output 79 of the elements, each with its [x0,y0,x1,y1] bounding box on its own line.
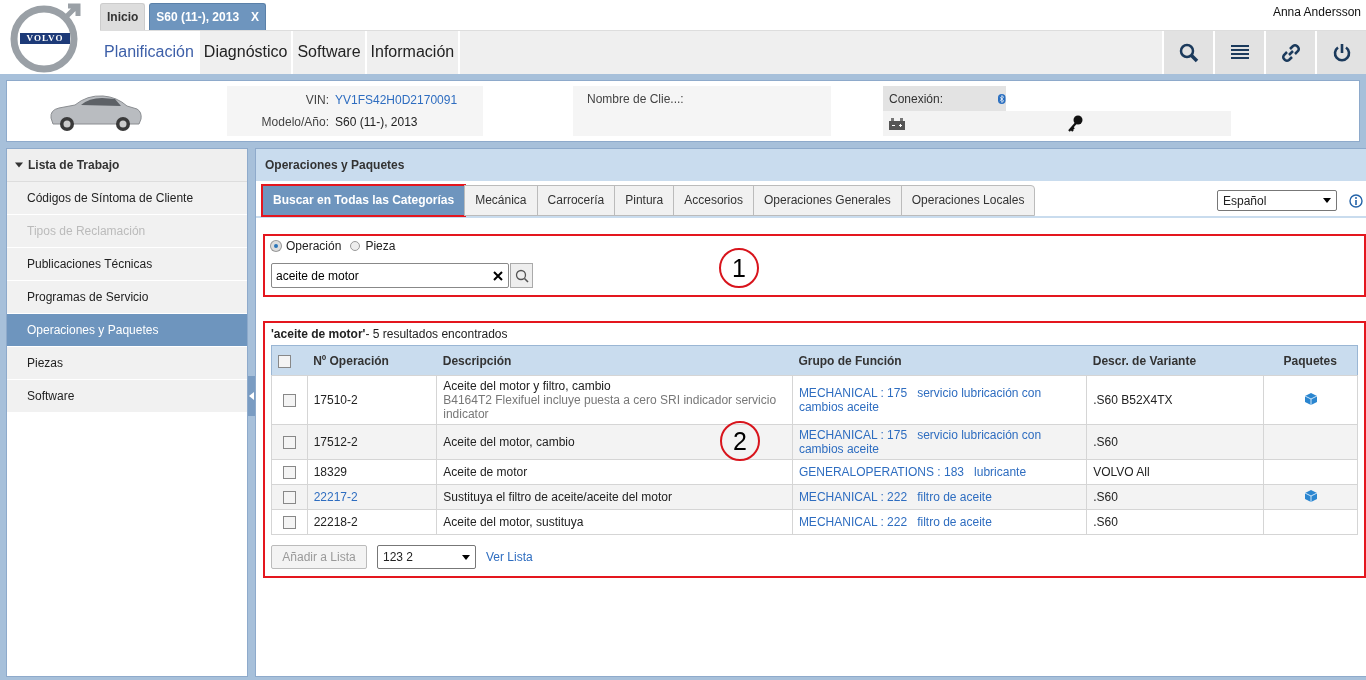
menu-item[interactable]: Planificación [100,31,200,74]
collapse-handle[interactable] [248,376,255,416]
category-tab[interactable]: Carrocería [536,185,616,216]
battery-icon [889,117,905,130]
customer-label: Nombre de Clie...: [587,92,684,106]
radio-label: Pieza [365,239,396,253]
power-icon [1331,42,1352,63]
info-icon[interactable] [1349,193,1363,208]
category-tab[interactable]: Operaciones Generales [752,185,902,216]
sidebar-item[interactable]: Programas de Servicio [7,281,247,314]
category-tab[interactable]: Pintura [614,185,675,216]
column-header: Descripción [442,353,512,368]
search-button[interactable] [510,263,533,288]
operation-number: 18329 [313,465,348,479]
toolbar-button[interactable] [1213,31,1264,74]
callout-number: 1 [719,248,759,288]
radio-button[interactable] [350,241,361,251]
radio-label: Operación [286,239,342,253]
sidebar-title: Lista de Trabajo [28,158,120,172]
variant-text: .S60 [1093,490,1118,504]
column-header: Nº Operación [313,353,389,368]
search-field[interactable]: aceite de motor [271,263,509,288]
select-all-checkbox[interactable] [278,354,291,368]
list-select[interactable]: 123 2 [377,545,476,569]
view-list-link[interactable]: Ver Lista [486,550,533,564]
results-summary: 'aceite de motor'- 5 resultados encontrados [271,326,509,343]
sidebar-item[interactable]: Códigos de Síntoma de Cliente [7,182,247,215]
user-name: Anna Andersson [1272,5,1361,19]
volvo-logo: VOLVO [0,0,100,74]
category-tab[interactable]: Accesorios [673,185,754,216]
category-tab[interactable]: Mecánica [464,185,538,216]
toolbar-button[interactable] [1264,31,1315,74]
operation-number: 22218-2 [313,515,358,529]
sidebar-item[interactable]: Piezas [7,347,247,380]
vin-label: VIN: [304,93,329,107]
toolbar-button[interactable] [1315,31,1366,74]
column-header: Descr. de Variante [1092,353,1197,368]
description-text: Aceite del motor y filtro, cambio [443,379,611,393]
row-checkbox[interactable] [282,516,296,530]
description-text: Aceite del motor, sustituya [443,515,584,529]
link-icon [1280,42,1301,63]
column-header: Grupo de Función [798,353,902,368]
operation-number: 17512-2 [313,435,358,449]
triangle-down-icon [15,161,23,169]
key-icon [1067,114,1083,133]
connection-label: Conexión: [889,91,945,106]
search-icon [514,268,529,283]
variant-text: .S60 [1093,515,1118,529]
category-tab[interactable]: Operaciones Locales [900,185,1036,216]
description-text: Aceite de motor [443,465,528,479]
description-text: Sustituya el filtro de aceite/aceite del motor [443,490,673,504]
app-tab[interactable]: Inicio [100,3,146,30]
operation-number: 17510-2 [313,393,358,407]
model-label: Modelo/Año: [260,115,329,129]
variant-text: .S60 B52X4TX [1093,393,1173,407]
caret-down-icon [1323,198,1331,203]
operation-link[interactable]: 22217-2 [313,490,358,504]
sidebar-header[interactable]: Lista de Trabajo [7,149,247,182]
caret-down-icon [462,554,470,560]
sidebar-item[interactable]: Publicaciones Técnicas [7,248,247,281]
panel-title: Operaciones y Paquetes [256,149,1366,181]
description-detail: B4164T2 Flexifuel incluye puesta a cero SRI indicador servicio indicator [443,393,778,421]
sidebar-item[interactable]: Software [7,380,247,413]
toolbar-button[interactable] [1162,31,1213,74]
row-checkbox[interactable] [282,436,296,450]
row-checkbox[interactable] [282,394,296,408]
column-header: Paquetes [1283,353,1337,368]
model-value: S60 (11-), 2013 [335,115,418,129]
row-checkbox[interactable] [282,466,296,480]
variant-text: .S60 [1093,435,1118,449]
description-text: Aceite del motor, cambio [443,435,575,449]
clear-icon[interactable] [493,271,503,281]
variant-text: VOLVO All [1093,465,1150,479]
search-icon [1178,42,1199,63]
cube-icon[interactable] [1303,488,1318,503]
cube-icon[interactable] [1303,391,1318,406]
language-select[interactable]: Español [1217,190,1337,211]
vin-link[interactable]: YV1FS42H0D2170091 [335,93,458,107]
row-checkbox[interactable] [282,491,296,505]
